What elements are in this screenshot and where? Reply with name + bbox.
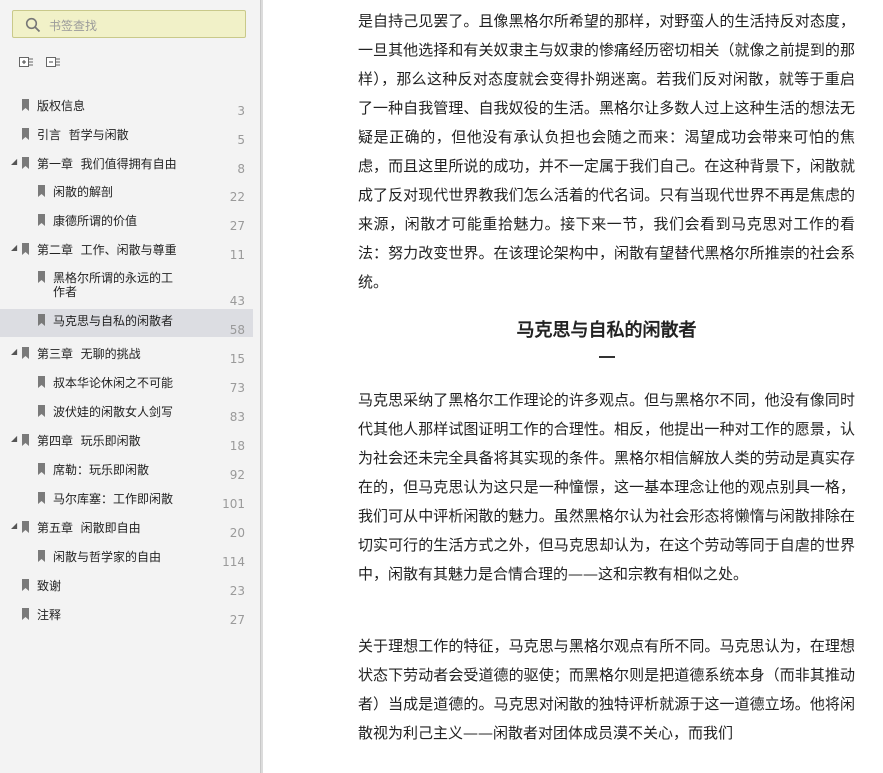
toc-chapter-item[interactable]: ◢ 第四章 玩乐即闲散 18: [0, 429, 253, 453]
bookmark-icon: [38, 271, 45, 283]
search-icon: [25, 17, 41, 33]
toc-item-page-number: 22: [229, 190, 245, 204]
toc-chapter-item[interactable]: ◢ 第五章 闲散即自由 20: [0, 516, 253, 540]
toc-item-label: 闲散的解剖: [53, 185, 114, 199]
toc-item-label: 第五章 闲散即自由: [37, 521, 141, 535]
bookmark-icon: [38, 463, 45, 475]
toc-item-label: 第三章 无聊的挑战: [37, 347, 141, 361]
toc-item-page-number: 23: [229, 584, 245, 598]
sidebar-splitter[interactable]: [260, 0, 263, 773]
bookmark-icon: [38, 376, 45, 388]
body-paragraph: 马克思采纳了黑格尔工作理论的许多观点。但与黑格尔不同，他没有像同时代其他人那样试…: [358, 391, 855, 583]
toc-section-item[interactable]: 闲散与哲学家的自由 114: [0, 545, 253, 569]
bookmark-icon: [22, 434, 29, 446]
expand-arrow-icon[interactable]: ◢: [11, 434, 17, 443]
bookmark-icon: [22, 347, 29, 359]
bookmark-icon: [38, 492, 45, 504]
toc-item-label: 席勒：玩乐即闲散: [53, 463, 150, 477]
toc-item-label: 叔本华论休闲之不可能: [53, 376, 174, 390]
toc-section-item[interactable]: 波伏娃的闲散女人剑写 83: [0, 400, 253, 424]
toc-item-label: 第二章 工作、闲散与尊重: [37, 243, 177, 257]
bookmark-icon: [22, 99, 29, 111]
toc-item-page-number: 114: [222, 555, 245, 569]
heading-dash: [599, 356, 615, 358]
toc-item-page-number: 27: [229, 613, 245, 627]
toc-item-page-number: 8: [237, 162, 245, 176]
toc-item-page-number: 5: [237, 133, 245, 147]
toc-item-label: 波伏娃的闲散女人剑写: [53, 405, 174, 419]
body-paragraph: 是自持己见罢了。且像黑格尔所希望的那样，对野蛮人的生活持反对态度，一旦其他选择和…: [358, 12, 855, 291]
toc-item-page-number: 83: [229, 410, 245, 424]
toc-chapter-item[interactable]: ◢ 第一章 我们值得拥有自由 8: [0, 152, 253, 176]
toc-item-page-number: 73: [229, 381, 245, 395]
bookmark-icon: [22, 521, 29, 533]
expand-arrow-icon[interactable]: ◢: [11, 521, 17, 530]
toc-item-label: 注释: [37, 608, 62, 622]
bookmark-icon: [22, 243, 29, 255]
toc-item-label: 版权信息: [37, 99, 86, 113]
toc-chapter-item[interactable]: ◢ 第二章 工作、闲散与尊重 11: [0, 238, 253, 262]
toc-item-page-number: 58: [229, 323, 245, 337]
toc-chapter-item[interactable]: 致谢 23: [0, 574, 253, 598]
bookmark-icon: [38, 550, 45, 562]
toc-item-label: 第四章 玩乐即闲散: [37, 434, 141, 448]
toc-section-item[interactable]: 康德所谓的价值 27: [0, 209, 253, 233]
toc-section-item[interactable]: 闲散的解剖 22: [0, 180, 253, 204]
expand-arrow-icon[interactable]: ◢: [11, 157, 17, 166]
toc-item-page-number: 27: [229, 219, 245, 233]
toc-section-item[interactable]: 马尔库塞：工作即闲散 101: [0, 487, 253, 511]
toc-item-label: 马尔库塞：工作即闲散: [53, 492, 174, 506]
toc-item-page-number: 11: [229, 248, 245, 262]
toc-item-label: 康德所谓的价值: [53, 214, 138, 228]
toc-chapter-item[interactable]: 版权信息 3: [0, 94, 253, 118]
bookmark-sidebar: 书签查找 版权信息 3 引言 哲学与闲散 5 ◢ 第一章 我们值得拥有自由 8 闲散的解剖 22…: [0, 0, 260, 773]
toc-item-page-number: 3: [237, 104, 245, 118]
toc-section-item[interactable]: 叔本华论休闲之不可能 73: [0, 371, 253, 395]
toc-item-label: 致谢: [37, 579, 62, 593]
section-heading: 马克思与自私的闲散者: [516, 320, 697, 341]
collapse-all-icon: [46, 57, 60, 67]
expand-all-icon: [19, 57, 33, 67]
bookmark-icon: [38, 185, 45, 197]
toc-item-page-number: 15: [229, 352, 245, 366]
collapse-all-button[interactable]: [45, 54, 61, 70]
toc-item-page-number: 101: [222, 497, 245, 511]
toc-item-label: 黑格尔所谓的永远的工作者: [53, 271, 174, 299]
toc-item-page-number: 43: [229, 294, 245, 308]
toc-item-label: 第一章 我们值得拥有自由: [37, 157, 177, 171]
bookmark-icon: [38, 405, 45, 417]
bookmark-icon: [22, 608, 29, 620]
toc-chapter-item[interactable]: 注释 27: [0, 603, 253, 627]
toc-chapter-item[interactable]: ◢ 第三章 无聊的挑战 15: [0, 342, 253, 366]
bookmark-icon: [38, 314, 45, 326]
expand-all-button[interactable]: [18, 54, 34, 70]
toc-item-page-number: 20: [229, 526, 245, 540]
toc-item-page-number: 18: [229, 439, 245, 453]
toc-item-page-number: 92: [229, 468, 245, 482]
toc-section-item[interactable]: 马克思与自私的闲散者 58: [0, 309, 253, 337]
toc-item-label: 马克思与自私的闲散者: [53, 314, 174, 328]
bookmark-icon: [38, 214, 45, 226]
body-paragraph: 关于理想工作的特征，马克思与黑格尔观点有所不同。马克思认为，在理想状态下劳动者会…: [358, 637, 855, 742]
toc-item-label: 引言 哲学与闲散: [37, 128, 129, 142]
toc-item-label: 闲散与哲学家的自由: [53, 550, 162, 564]
toc-chapter-item[interactable]: 引言 哲学与闲散 5: [0, 123, 253, 147]
expand-arrow-icon[interactable]: ◢: [11, 347, 17, 356]
expand-arrow-icon[interactable]: ◢: [11, 243, 17, 252]
bookmark-icon: [22, 157, 29, 169]
bookmark-icon: [22, 128, 29, 140]
search-placeholder: 书签查找: [49, 19, 98, 33]
toc-section-item[interactable]: 黑格尔所谓的永远的工作者 43: [0, 266, 253, 308]
bookmark-icon: [22, 579, 29, 591]
toc-section-item[interactable]: 席勒：玩乐即闲散 92: [0, 458, 253, 482]
bookmark-search-input[interactable]: 书签查找: [12, 10, 246, 38]
